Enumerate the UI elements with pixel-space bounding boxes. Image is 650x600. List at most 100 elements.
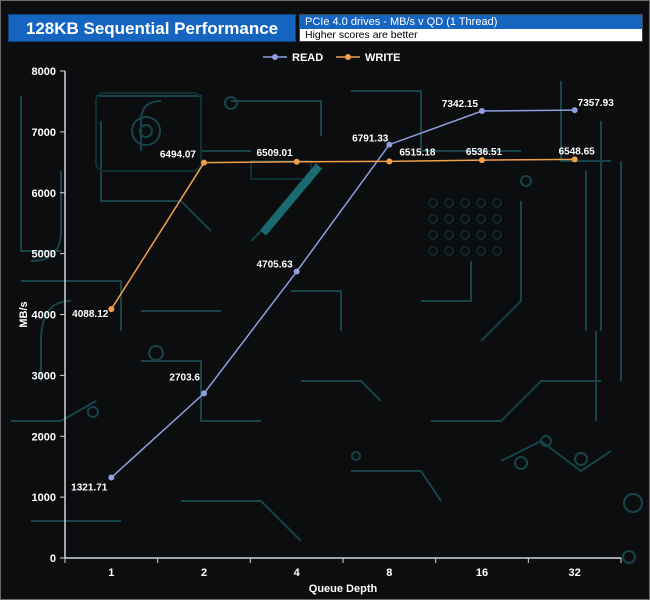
y-tick-label: 1000 — [32, 492, 56, 504]
circuit-pad — [623, 493, 643, 513]
y-axis-title: MB/s — [18, 301, 30, 327]
circuit-via — [460, 198, 470, 208]
circuit-trace — [480, 201, 522, 342]
data-point-read — [479, 108, 485, 115]
data-label-read: 1321.71 — [71, 483, 108, 494]
data-label-read: 2703.6 — [169, 372, 200, 383]
circuit-trace — [100, 121, 212, 232]
data-label-read: 6791.33 — [352, 134, 389, 145]
chart-title: 128KB Sequential Performance — [8, 14, 296, 42]
circuit-via — [444, 198, 454, 208]
subtitle-box: PCIe 4.0 drives - MB/s v QD (1 Thread) H… — [299, 14, 643, 42]
circuit-via — [476, 246, 486, 256]
chart-frame: 0 1000 2000 3000 4000 5000 6000 7000 8000 1 2 4 8 16 3… — [0, 0, 650, 600]
data-label-write: 4088.12 — [72, 309, 109, 320]
circuit-pad — [520, 175, 532, 187]
y-tick-label: 4000 — [32, 310, 56, 322]
x-tick-label: 16 — [476, 567, 488, 579]
circuit-via — [444, 230, 454, 240]
legend-label-read: READ — [292, 52, 323, 64]
x-tick-label: 1 — [108, 567, 114, 579]
series-line-read — [110, 109, 575, 479]
circuit-via — [460, 214, 470, 224]
x-tick-label: 8 — [386, 567, 392, 579]
circuit-via — [492, 214, 502, 224]
data-point-write — [201, 159, 207, 166]
data-point-read — [293, 268, 300, 275]
circuit-via — [460, 246, 470, 256]
circuit-pad — [351, 451, 361, 461]
legend: READ WRITE — [263, 52, 400, 64]
chart-svg: 0 1000 2000 3000 4000 5000 6000 7000 8000 1 2 4 8 16 3… — [11, 52, 643, 595]
data-label-read: 4705.63 — [257, 260, 294, 271]
legend-marker-write — [345, 54, 351, 60]
circuit-pad — [148, 345, 164, 361]
circuit-trace — [351, 470, 442, 502]
circuit-trace — [141, 360, 261, 422]
chart-note: Higher scores are better — [300, 29, 642, 41]
circuit-trace — [30, 171, 62, 262]
data-label-write: 6515.18 — [399, 147, 436, 158]
circuit-trace — [231, 100, 322, 136]
data-point-read — [108, 474, 115, 481]
circuit-pad — [574, 452, 588, 466]
x-tick-label: 32 — [569, 567, 581, 579]
x-tick-label: 2 — [201, 567, 207, 579]
x-axis-title: Queue Depth — [309, 583, 378, 595]
y-tick-label: 6000 — [32, 188, 56, 200]
circuit-via — [460, 230, 470, 240]
y-tick-label: 3000 — [32, 370, 56, 382]
circuit-pad — [87, 406, 99, 418]
circuit-bar — [259, 163, 323, 236]
data-point-write — [108, 306, 115, 313]
y-tick-label: 2000 — [32, 431, 56, 443]
y-tick-label: 5000 — [32, 249, 56, 261]
circuit-chip — [250, 160, 312, 180]
circuit-trace — [181, 500, 302, 542]
plot-area: 1321.71 2703.6 4705.63 6791.33 7342.15 7357.9… — [71, 98, 614, 493]
circuit-via — [476, 230, 486, 240]
circuit-via — [476, 198, 486, 208]
y-tick-label: 7000 — [32, 127, 56, 139]
legend-label-write: WRITE — [365, 52, 400, 64]
data-point-read — [201, 390, 207, 397]
legend-marker-read — [272, 54, 278, 60]
data-label-read: 7342.15 — [442, 99, 479, 110]
circuit-trace — [500, 439, 612, 473]
circuit-trace — [421, 261, 472, 302]
circuit-pad — [622, 550, 636, 564]
circuit-trace — [20, 96, 61, 252]
circuit-trace — [11, 400, 97, 422]
data-point-write — [386, 158, 393, 165]
series-line-write — [110, 158, 575, 310]
y-tick-label: 8000 — [32, 66, 56, 78]
circuit-trace — [96, 95, 251, 152]
circuit-via — [476, 214, 486, 224]
data-label-write: 6494.07 — [160, 150, 197, 161]
circuit-via — [428, 246, 438, 256]
circuit-via — [428, 214, 438, 224]
circuit-via — [428, 230, 438, 240]
circuit-trace — [431, 380, 601, 422]
circuit-pad — [514, 456, 528, 470]
circuit-trace — [291, 290, 342, 331]
x-tick-label: 4 — [294, 567, 301, 579]
data-point-write — [293, 158, 300, 165]
circuit-via — [492, 230, 502, 240]
circuit-via — [492, 246, 502, 256]
data-label-write: 6548.65 — [559, 146, 596, 157]
data-label-write: 6536.51 — [466, 147, 503, 158]
circuit-trace — [21, 280, 122, 331]
circuit-via — [444, 246, 454, 256]
y-tick-label: 0 — [50, 553, 56, 565]
circuit-via — [428, 198, 438, 208]
data-label-write: 6509.01 — [257, 148, 294, 159]
circuit-trace — [301, 380, 382, 402]
circuit-via — [492, 198, 502, 208]
circuit-pad — [131, 116, 161, 146]
axes: 0 1000 2000 3000 4000 5000 6000 7000 8000 1 2 4 8 16 3… — [18, 66, 622, 595]
data-label-read: 7357.93 — [578, 98, 615, 109]
circuit-pad — [224, 96, 238, 110]
chart-subtitle: PCIe 4.0 drives - MB/s v QD (1 Thread) — [300, 15, 642, 29]
circuit-via — [444, 214, 454, 224]
